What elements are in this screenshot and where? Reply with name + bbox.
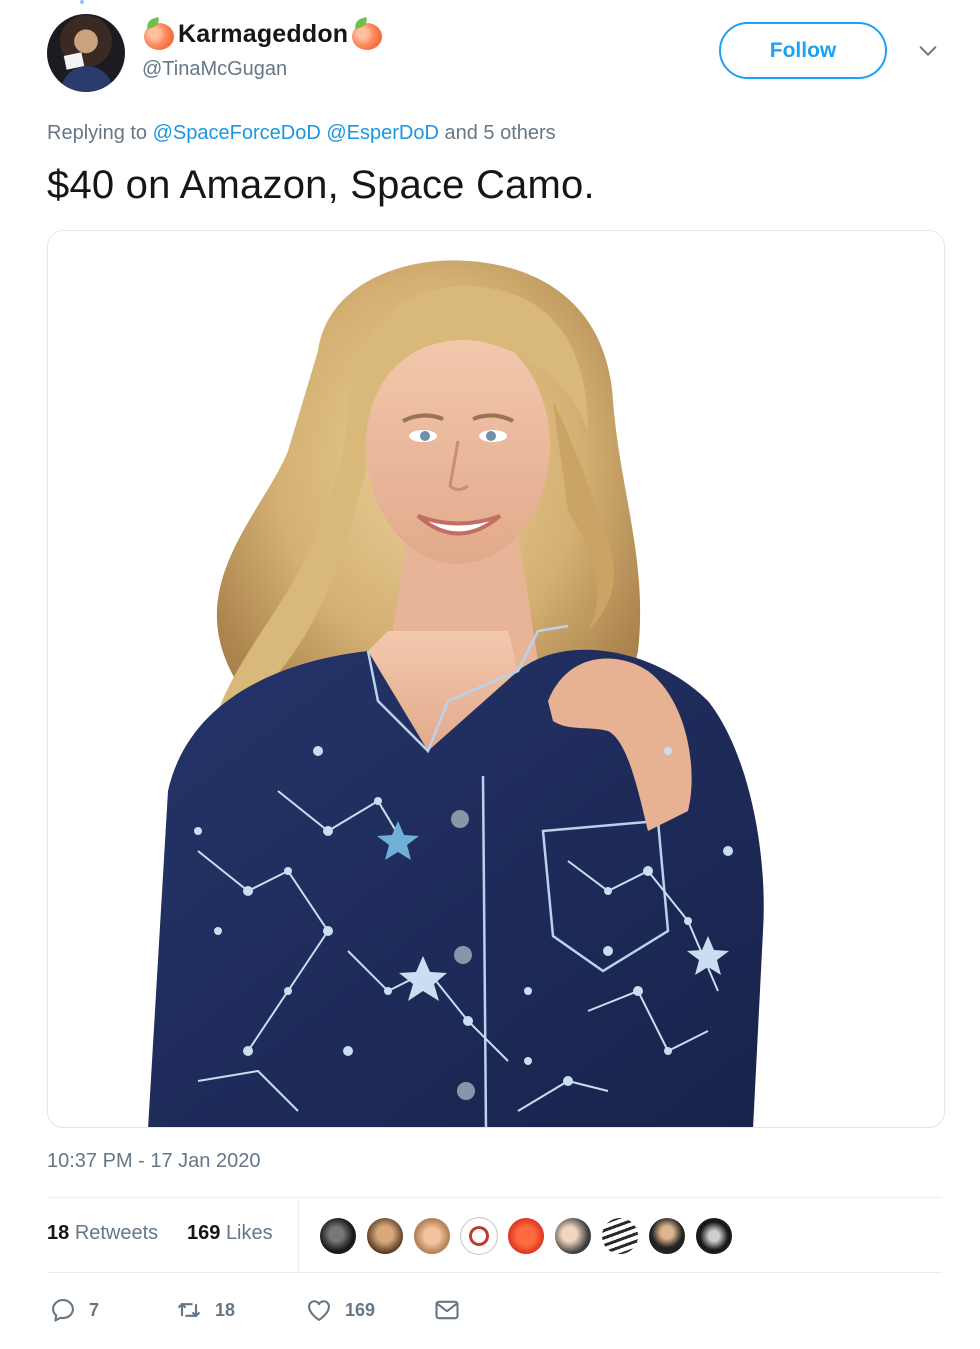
reply-icon xyxy=(52,1299,74,1322)
likers-avatars xyxy=(319,1217,733,1255)
retweets-count: 18 xyxy=(47,1222,70,1244)
peach-icon xyxy=(350,16,384,51)
like-count: 169 xyxy=(345,1299,376,1320)
follow-button[interactable]: Follow xyxy=(719,22,887,79)
liker-avatar[interactable] xyxy=(366,1217,404,1255)
like-action[interactable]: 169 xyxy=(305,1290,375,1330)
tweet-stats: 18 Retweets 169 Likes xyxy=(47,1200,942,1272)
stats-separator xyxy=(298,1200,299,1272)
liker-avatar[interactable] xyxy=(601,1217,639,1255)
tweet-text: $40 on Amazon, Space Camo. xyxy=(47,163,595,207)
direct-message-action[interactable] xyxy=(433,1290,461,1330)
retweet-count: 18 xyxy=(215,1299,236,1320)
tweet-header: Karmageddon @TinaMcGugan Follow xyxy=(47,14,947,94)
tweet-timestamp[interactable]: 10:37 PM - 17 Jan 2020 xyxy=(47,1150,260,1173)
display-name[interactable]: Karmageddon xyxy=(142,16,384,52)
mention-link[interactable]: @SpaceForceDoD xyxy=(153,122,321,144)
avatar-figure xyxy=(61,66,113,92)
liker-avatar[interactable] xyxy=(413,1217,451,1255)
divider xyxy=(47,1197,942,1198)
mention-link[interactable]: @EsperDoD xyxy=(326,122,439,144)
tweet-actions: 7 18 169 xyxy=(47,1290,547,1330)
reply-action[interactable]: 7 xyxy=(49,1290,99,1330)
liker-avatar[interactable] xyxy=(460,1217,498,1255)
retweets-stat[interactable]: 18 Retweets xyxy=(47,1222,158,1245)
avatar[interactable] xyxy=(47,14,125,92)
peach-icon xyxy=(142,16,176,51)
reply-count: 7 xyxy=(89,1299,100,1320)
display-name-text[interactable]: Karmageddon xyxy=(178,20,348,49)
retweet-icon xyxy=(177,1303,201,1317)
liker-avatar[interactable] xyxy=(695,1217,733,1255)
liker-avatar[interactable] xyxy=(507,1217,545,1255)
chevron-down-icon[interactable] xyxy=(917,40,939,62)
top-accent xyxy=(80,0,84,4)
photo-woman-star-pajamas xyxy=(148,260,764,1127)
retweets-label: Retweets xyxy=(74,1222,159,1244)
reply-prefix: Replying to xyxy=(47,122,148,144)
liker-avatar[interactable] xyxy=(319,1217,357,1255)
likes-stat[interactable]: 169 Likes xyxy=(187,1222,273,1245)
reply-others[interactable]: and 5 others xyxy=(444,122,555,144)
envelope-icon xyxy=(435,1300,459,1320)
likes-count: 169 xyxy=(187,1222,221,1244)
divider xyxy=(47,1272,942,1273)
tweet-media-image[interactable] xyxy=(47,230,945,1128)
likes-label: Likes xyxy=(225,1222,273,1244)
heart-icon xyxy=(308,1300,330,1321)
user-handle[interactable]: @TinaMcGugan xyxy=(142,58,287,81)
reply-context: Replying to @SpaceForceDoD @EsperDoD and… xyxy=(47,122,556,145)
liker-avatar[interactable] xyxy=(648,1217,686,1255)
liker-avatar[interactable] xyxy=(554,1217,592,1255)
retweet-action[interactable]: 18 xyxy=(175,1290,235,1330)
